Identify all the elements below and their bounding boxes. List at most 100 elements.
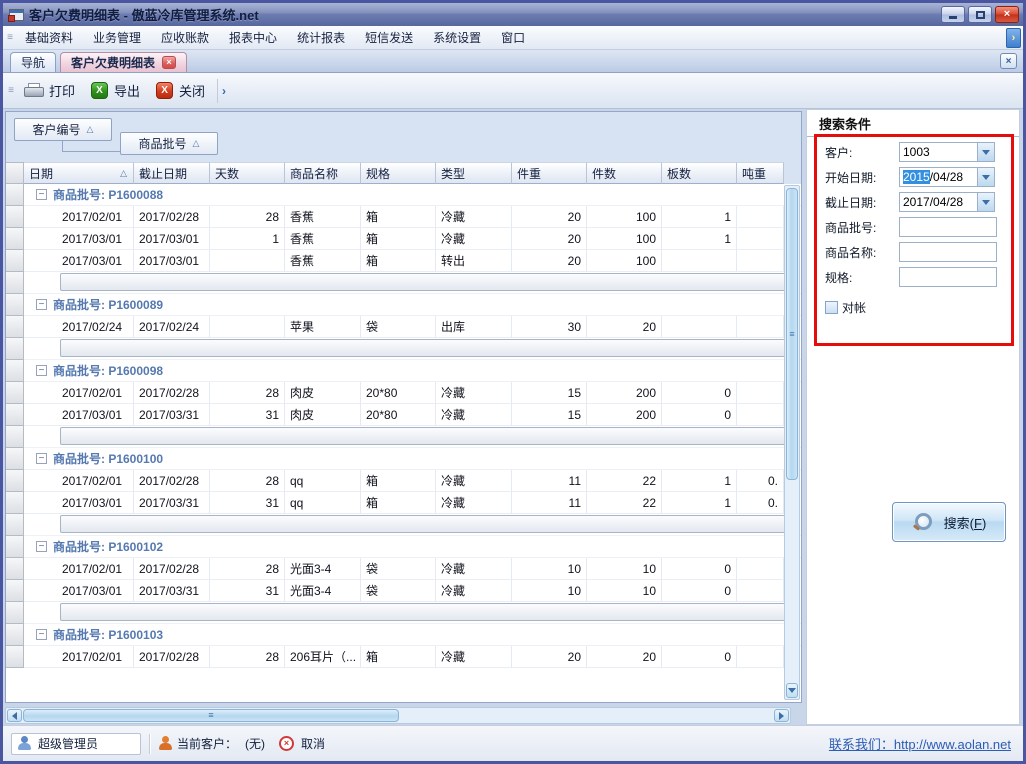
tabstrip-close-icon[interactable]: × — [1000, 53, 1017, 69]
column-header[interactable]: 规格 — [361, 162, 436, 184]
collapse-icon[interactable]: − — [36, 629, 47, 640]
row-indicator[interactable] — [6, 536, 24, 558]
row-indicator[interactable] — [6, 184, 24, 206]
table-row[interactable]: 2017/03/012017/03/3131肉皮20*80冷藏152000 — [6, 404, 801, 426]
tab-close-icon[interactable]: × — [162, 56, 176, 69]
close-button[interactable]: × — [995, 6, 1019, 23]
vertical-scrollbar[interactable]: ≡ — [784, 185, 800, 700]
row-indicator[interactable] — [6, 602, 24, 624]
horizontal-scrollbar[interactable]: ≡ — [5, 707, 791, 724]
column-header[interactable]: 吨重 — [737, 162, 784, 184]
menu-item[interactable]: 基础资料 — [16, 26, 82, 49]
row-indicator[interactable] — [6, 250, 24, 272]
search-button[interactable]: 搜索(F) — [892, 502, 1006, 542]
cancel-icon[interactable]: × — [279, 736, 294, 751]
column-header[interactable]: 板数 — [662, 162, 737, 184]
product-name-input[interactable] — [899, 242, 997, 262]
groupbox-product-batch[interactable]: 商品批号 △ — [120, 132, 218, 155]
menu-item[interactable]: 短信发送 — [356, 26, 422, 49]
group-header-row[interactable]: −商品批号: P1600088 — [6, 184, 801, 206]
menu-overflow-chevron-icon[interactable]: › — [1006, 28, 1021, 48]
batch-input[interactable] — [899, 217, 997, 237]
group-header-row[interactable]: −商品批号: P1600100 — [6, 448, 801, 470]
row-indicator[interactable] — [6, 294, 24, 316]
table-row[interactable]: 2017/02/012017/02/2828光面3-4袋冷藏10100 — [6, 558, 801, 580]
menu-item[interactable]: 报表中心 — [220, 26, 286, 49]
row-indicator[interactable] — [6, 272, 24, 294]
column-header[interactable]: 天数 — [210, 162, 285, 184]
row-indicator[interactable] — [6, 580, 24, 602]
collapse-icon[interactable]: − — [36, 541, 47, 552]
menu-item[interactable]: 窗口 — [492, 26, 534, 49]
horizontal-scrollbar-thumb[interactable]: ≡ — [23, 709, 399, 722]
table-row[interactable]: 2017/03/012017/03/3131光面3-4袋冷藏10100 — [6, 580, 801, 602]
column-header[interactable]: 商品名称 — [285, 162, 361, 184]
toolbar-overflow-chevron-icon[interactable]: › — [217, 79, 230, 103]
minimize-button[interactable] — [941, 6, 965, 23]
collapse-icon[interactable]: − — [36, 299, 47, 310]
collapse-icon[interactable]: − — [36, 365, 47, 376]
row-indicator[interactable] — [6, 206, 24, 228]
export-button[interactable]: X 导出 — [83, 77, 148, 104]
row-indicator[interactable] — [6, 514, 24, 536]
menu-item[interactable]: 应收账款 — [152, 26, 218, 49]
column-header[interactable]: 件数 — [587, 162, 662, 184]
end-date-picker[interactable]: 2017/04/28 — [899, 192, 995, 212]
table-row[interactable]: 2017/03/012017/03/01香蕉箱转出20100 — [6, 250, 801, 272]
maximize-button[interactable] — [968, 6, 992, 23]
scroll-left-button[interactable] — [7, 709, 22, 722]
group-header-row[interactable]: −商品批号: P1600103 — [6, 624, 801, 646]
row-indicator[interactable] — [6, 492, 24, 514]
spec-input[interactable] — [899, 267, 997, 287]
column-header[interactable]: 类型 — [436, 162, 512, 184]
row-indicator[interactable] — [6, 382, 24, 404]
table-row[interactable]: 2017/03/012017/03/011香蕉箱冷藏201001 — [6, 228, 801, 250]
reconcile-checkbox[interactable] — [825, 301, 838, 314]
start-date-picker[interactable]: 2015/04/28 — [899, 167, 995, 187]
table-row[interactable]: 2017/03/012017/03/3131qq箱冷藏112210. — [6, 492, 801, 514]
table-row[interactable]: 2017/02/242017/02/24苹果袋出库3020 — [6, 316, 801, 338]
row-indicator[interactable] — [6, 470, 24, 492]
row-indicator[interactable] — [6, 646, 24, 668]
collapse-icon[interactable]: − — [36, 189, 47, 200]
menu-item[interactable]: 业务管理 — [84, 26, 150, 49]
cell: 10 — [512, 558, 587, 580]
row-indicator[interactable] — [6, 404, 24, 426]
group-header-row[interactable]: −商品批号: P1600098 — [6, 360, 801, 382]
cancel-label[interactable]: 取消 — [301, 735, 325, 752]
row-indicator[interactable] — [6, 448, 24, 470]
column-header[interactable]: 日期△ — [24, 162, 134, 184]
column-header[interactable]: 件重 — [512, 162, 587, 184]
row-indicator[interactable] — [6, 426, 24, 448]
row-indicator[interactable] — [6, 338, 24, 360]
table-row[interactable]: 2017/02/012017/02/2828qq箱冷藏112210. — [6, 470, 801, 492]
table-row[interactable]: 2017/02/012017/02/2828香蕉箱冷藏201001 — [6, 206, 801, 228]
groupbox-customer-code[interactable]: 客户编号 △ — [14, 118, 112, 141]
menu-item[interactable]: 统计报表 — [288, 26, 354, 49]
row-indicator[interactable] — [6, 316, 24, 338]
table-row[interactable]: 2017/02/012017/02/2828肉皮20*80冷藏152000 — [6, 382, 801, 404]
start-date-dropdown-button[interactable] — [977, 168, 994, 186]
end-date-dropdown-button[interactable] — [977, 193, 994, 211]
row-indicator[interactable] — [6, 558, 24, 580]
print-button[interactable]: 打印 — [16, 77, 83, 104]
menu-item[interactable]: 系统设置 — [424, 26, 490, 49]
scroll-right-button[interactable] — [774, 709, 789, 722]
group-header-row[interactable]: −商品批号: P1600102 — [6, 536, 801, 558]
column-header[interactable]: 截止日期 — [134, 162, 210, 184]
group-header-row[interactable]: −商品批号: P1600089 — [6, 294, 801, 316]
row-indicator[interactable] — [6, 360, 24, 382]
table-row[interactable]: 2017/02/012017/02/2828206耳片（...箱冷藏20200 — [6, 646, 801, 668]
close-tab-button[interactable]: X 关闭 — [148, 77, 213, 104]
window-title: 客户欠费明细表 - 傲蓝冷库管理系统.net — [29, 5, 938, 24]
contact-link[interactable]: 联系我们：http://www.aolan.net — [829, 734, 1015, 753]
customer-combobox[interactable]: 1003 — [899, 142, 995, 162]
row-indicator[interactable] — [6, 228, 24, 250]
tab-navigation[interactable]: 导航 — [10, 52, 56, 72]
row-indicator[interactable] — [6, 624, 24, 646]
collapse-icon[interactable]: − — [36, 453, 47, 464]
scroll-down-button[interactable] — [786, 683, 798, 698]
tab-report-active[interactable]: 客户欠费明细表 × — [60, 52, 187, 72]
vertical-scrollbar-thumb[interactable]: ≡ — [786, 188, 798, 480]
customer-dropdown-button[interactable] — [977, 143, 994, 161]
